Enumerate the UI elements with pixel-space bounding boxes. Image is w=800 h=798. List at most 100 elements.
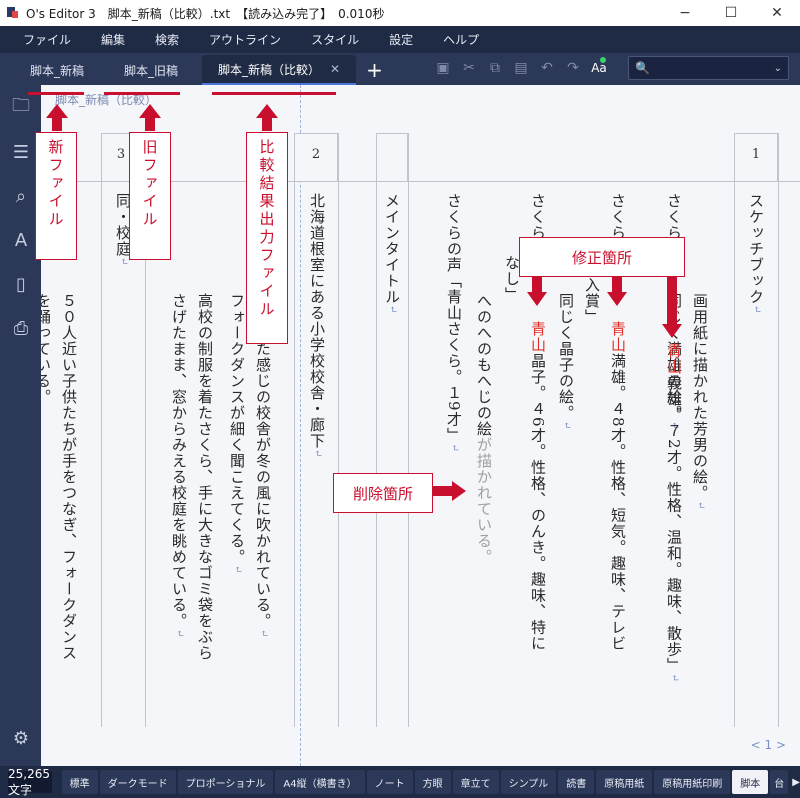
text-column: 青山満雄。４8才。性格、短気。趣味、テレビ	[609, 321, 627, 652]
arrow-stem	[532, 277, 542, 293]
style-manuscript-button[interactable]: 原稿用紙	[596, 770, 653, 794]
column-line	[101, 133, 102, 727]
maximize-button[interactable]: ☐	[708, 0, 754, 26]
undo-icon[interactable]: ↶	[534, 56, 560, 80]
search-input[interactable]: 🔍 ⌄	[628, 56, 789, 80]
toolbar: ▣ ✂ ⧉ ▤ ↶ ↷ Aa	[430, 56, 612, 80]
style-more-button[interactable]: 台	[770, 770, 789, 794]
arrow-up-icon	[46, 104, 68, 118]
text-column: さげたまま、窓からみえる校庭を眺めている。↵	[170, 293, 188, 639]
folder-icon[interactable]: 🗀	[8, 95, 34, 121]
menu-edit[interactable]: 編集	[86, 31, 140, 48]
text-column: 北海道根室にある小学校校舎・廊下↵	[308, 193, 326, 459]
close-button[interactable]: ✕	[754, 0, 800, 26]
annotation-modified: 修正箇所	[519, 237, 685, 277]
font-size-icon[interactable]: A	[8, 227, 34, 253]
menu-style[interactable]: スタイル	[296, 31, 374, 48]
add-tab-button[interactable]: +	[356, 55, 393, 85]
settings-icon[interactable]: ⚙	[8, 725, 34, 751]
arrow-down-icon	[607, 292, 627, 306]
menu-bar: ファイル 編集 検索 アウトライン スタイル 設定 ヘルプ	[0, 26, 800, 53]
style-reading-button[interactable]: 読書	[558, 770, 595, 794]
column-line	[338, 133, 339, 727]
cut-icon[interactable]: ✂	[456, 56, 482, 80]
style-simple-button[interactable]: シンプル	[500, 770, 557, 794]
annotation-underline	[104, 92, 180, 95]
annotation-underline	[212, 92, 336, 95]
text-column: 同じく晶子の絵。↵	[557, 293, 575, 431]
arrow-stem	[262, 117, 272, 131]
redo-icon[interactable]: ↷	[560, 56, 586, 80]
tab-compare-label: 脚本_新稿（比較）	[218, 62, 321, 77]
scene-box-3	[376, 133, 408, 181]
paste-icon[interactable]: ▤	[508, 56, 534, 80]
column-line	[734, 133, 735, 727]
arrow-up-icon	[256, 104, 278, 118]
text-column: フォークダンスが細く聞こえてくる。↵	[228, 293, 246, 575]
menu-search[interactable]: 検索	[140, 31, 194, 48]
annotation-old-file: 旧ファイル	[129, 132, 171, 260]
window-title: O's Editor 3 脚本_新稿（比較）.txt 【読み込み完了】 0.01…	[26, 6, 385, 21]
column-line	[376, 133, 377, 727]
text-column: メインタイトル↵	[383, 193, 401, 315]
text-column: ５０人近い子供たちが手をつなぎ、フォークダンス	[60, 293, 78, 661]
scene-number-2: 2	[311, 147, 321, 162]
title-bar: O's Editor 3 脚本_新稿（比較）.txt 【読み込み完了】 0.01…	[0, 0, 800, 26]
text-column: 青山義雄。７2才。性格、温和。趣味、散歩」↵	[665, 343, 683, 683]
style-dark-mode-button[interactable]: ダークモード	[99, 770, 176, 794]
annotation-compare-file: 比較結果出力ファイル	[246, 132, 288, 344]
menu-settings[interactable]: 設定	[374, 31, 428, 48]
status-bar: 25,265文字 標準 ダークモード プロポーショナル A4縦（横書き） ノート…	[0, 766, 800, 798]
style-a4-button[interactable]: A4縦（横書き）	[275, 770, 365, 794]
text-column: スケッチブック↵	[747, 193, 765, 315]
print-icon[interactable]: ⎙	[8, 315, 34, 341]
scroll-right-icon[interactable]: ▶	[792, 777, 800, 788]
text-column: 画用紙に描かれた芳男の絵。↵	[691, 293, 709, 511]
style-manuscript-print-button[interactable]: 原稿用紙印刷	[654, 770, 731, 794]
column-line	[294, 133, 295, 727]
text-column: 青山晶子。４6才。性格、のんき。趣味、特に	[529, 321, 547, 652]
menu-help[interactable]: ヘルプ	[428, 31, 494, 48]
style-chapters-button[interactable]: 章立て	[452, 770, 499, 794]
arrow-up-icon	[139, 104, 161, 118]
scene-number-3: 3	[116, 147, 126, 162]
tab-new-draft[interactable]: 脚本_新稿	[14, 55, 100, 85]
arrow-down-icon	[527, 292, 547, 306]
font-style-icon[interactable]: Aa	[586, 56, 612, 80]
char-count: 25,265文字	[8, 767, 53, 797]
style-standard-button[interactable]: 標準	[61, 770, 98, 794]
arrow-stem	[433, 486, 453, 496]
search-icon: 🔍	[635, 61, 650, 75]
search-icon[interactable]: ⌕	[8, 183, 34, 209]
outline-list-icon[interactable]: ☰	[8, 139, 34, 165]
menu-outline[interactable]: アウトライン	[194, 31, 296, 48]
text-column: さびれた感じの校舎が冬の風に吹かれている。↵	[254, 293, 272, 639]
tab-old-draft[interactable]: 脚本_旧稿	[108, 55, 194, 85]
app-logo-icon	[6, 6, 20, 20]
arrow-down-icon	[662, 324, 682, 338]
arrow-stem	[145, 117, 155, 131]
arrow-stem	[612, 277, 622, 293]
page-navigator[interactable]: < 1 >	[751, 738, 786, 752]
annotation-deleted: 削除箇所	[333, 473, 433, 513]
minimize-button[interactable]: −	[662, 0, 708, 26]
text-column: さくらの声「青山さくら。１9才」↵	[445, 193, 463, 453]
annotation-underline	[28, 92, 84, 95]
style-note-button[interactable]: ノート	[366, 770, 413, 794]
page-divider	[300, 85, 301, 766]
pdf-icon[interactable]: ▯	[8, 271, 34, 297]
style-script-button[interactable]: 脚本	[732, 770, 769, 794]
text-column: 高校の制服を着たさくら、手に大きなゴミ袋をぶら	[196, 293, 214, 661]
copy-icon[interactable]: ⧉	[482, 56, 508, 80]
arrow-stem	[52, 117, 62, 131]
menu-file[interactable]: ファイル	[8, 31, 86, 48]
style-grid-button[interactable]: 方眼	[414, 770, 451, 794]
chevron-down-icon[interactable]: ⌄	[774, 63, 782, 74]
style-proportional-button[interactable]: プロポーショナル	[177, 770, 274, 794]
arrow-stem	[667, 277, 677, 325]
save-icon[interactable]: ▣	[430, 56, 456, 80]
text-column: を踊っている。	[41, 293, 52, 405]
column-line	[408, 133, 409, 727]
tab-close-icon[interactable]: ✕	[330, 62, 340, 76]
tab-compare[interactable]: 脚本_新稿（比較） ✕	[202, 55, 357, 85]
